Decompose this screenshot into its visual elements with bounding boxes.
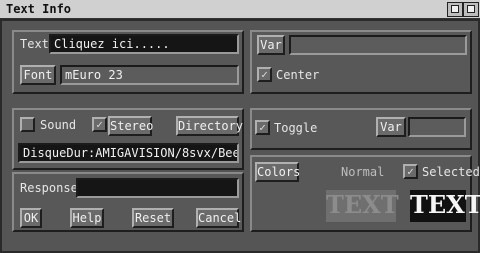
checkmark-icon: ✓	[259, 121, 266, 134]
sound-path-field[interactable]: DisqueDur:AMIGAVISION/8svx/Beep	[18, 143, 239, 163]
center-label: Center	[276, 68, 320, 82]
text-var-field[interactable]	[289, 35, 467, 55]
stereo-checkbox[interactable]: ✓	[92, 117, 107, 132]
normal-color-preview[interactable]: TEXT	[326, 190, 399, 222]
text-var-button[interactable]: Var	[257, 35, 285, 55]
selected-label: Selected	[422, 165, 480, 179]
sound-label: Sound	[40, 118, 77, 132]
checkmark-icon: ✓	[407, 165, 414, 178]
colors-button[interactable]: Colors	[255, 162, 300, 182]
toggle-var-field[interactable]	[408, 117, 466, 137]
window-title: Text Info	[6, 2, 72, 16]
center-checkbox[interactable]: ✓	[257, 67, 272, 82]
directory-button[interactable]: Directory	[176, 116, 243, 136]
window-title-bar[interactable]: Text Info	[0, 0, 480, 19]
ok-button[interactable]: OK	[20, 208, 42, 228]
toggle-checkbox[interactable]: ✓	[255, 120, 270, 135]
sound-checkbox[interactable]	[20, 117, 35, 132]
text-label: Text	[20, 37, 49, 51]
toggle-var-button[interactable]: Var	[376, 117, 406, 137]
depth-gadget-icon[interactable]	[447, 2, 463, 17]
normal-label: Normal	[341, 165, 385, 179]
font-button[interactable]: Font	[20, 65, 56, 85]
checkmark-icon: ✓	[261, 68, 268, 81]
reset-button[interactable]: Reset	[132, 208, 174, 228]
toggle-label: Toggle	[274, 121, 318, 135]
response-label: Response	[20, 181, 78, 195]
font-value: mEuro 23	[60, 65, 239, 85]
text-input[interactable]: Cliquez ici.....	[49, 34, 239, 54]
selected-color-preview[interactable]: TEXT	[410, 190, 480, 222]
cancel-button[interactable]: Cancel	[196, 208, 241, 228]
selected-checkbox[interactable]: ✓	[403, 164, 418, 179]
stereo-button[interactable]: Stereo	[108, 116, 153, 136]
help-button[interactable]: Help	[70, 208, 104, 228]
response-input[interactable]	[76, 178, 239, 198]
checkmark-icon: ✓	[96, 118, 103, 131]
zoom-gadget-icon[interactable]	[463, 2, 479, 17]
